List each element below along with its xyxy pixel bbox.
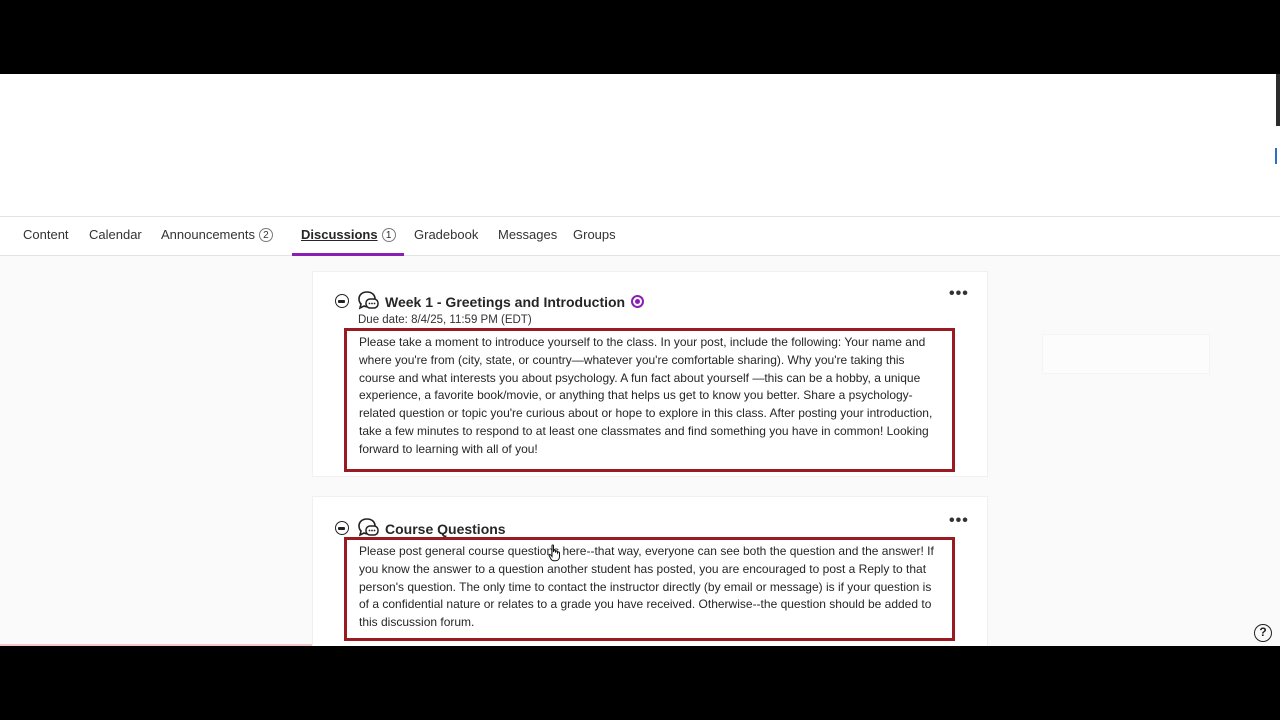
discussion-card: Course Questions ••• Please post general… [312,496,988,646]
tab-discussions[interactable]: Discussions 1 [301,217,396,256]
moderated-icon [631,295,645,308]
edge-indicator-icon [1275,148,1279,164]
due-date: Due date: 8/4/25, 11:59 PM (EDT) [358,314,532,326]
tab-label: Content [23,227,69,242]
course-header [0,74,1280,216]
side-panel-placeholder [1042,334,1210,374]
discussion-bubble-icon [358,291,379,310]
tab-label: Announcements [161,227,255,242]
tab-label: Messages [498,227,558,242]
discussion-bubble-icon [358,518,379,537]
more-options-button[interactable]: ••• [949,513,969,529]
discussion-title-text: Course Questions [385,521,506,537]
tab-groups[interactable]: Groups [573,217,616,256]
discussion-title[interactable]: Course Questions [385,521,506,537]
app-viewport: Content Calendar Announcements 2 Discussi… [0,74,1280,646]
hand-cursor-icon [548,544,560,562]
loading-progress-line [0,644,312,646]
tab-label: Groups [573,227,616,242]
tab-announcements[interactable]: Announcements 2 [161,217,273,256]
discussion-title-text: Week 1 - Greetings and Introduction [385,294,626,310]
discussion-description: Please post general course questions her… [344,537,955,641]
tab-messages[interactable]: Messages [498,217,557,256]
collapse-icon[interactable] [335,521,349,535]
tab-content[interactable]: Content [23,217,69,256]
tab-label: Gradebook [414,227,479,242]
help-icon[interactable]: ? [1254,624,1272,642]
discussion-card: Week 1 - Greetings and Introduction ••• … [312,271,988,477]
tab-gradebook[interactable]: Gradebook [414,217,478,256]
tab-label: Discussions [301,227,378,242]
discussion-description: Please take a moment to introduce yourse… [344,328,955,472]
tab-label: Calendar [89,227,142,242]
tab-calendar[interactable]: Calendar [89,217,142,256]
count-badge: 1 [381,228,396,242]
scrollbar-thumb[interactable] [1276,74,1280,126]
more-options-button[interactable]: ••• [949,286,969,302]
course-tab-bar: Content Calendar Announcements 2 Discussi… [0,216,1280,256]
count-badge: 2 [258,228,273,242]
collapse-icon[interactable] [335,294,349,308]
discussion-title[interactable]: Week 1 - Greetings and Introduction [385,294,645,310]
